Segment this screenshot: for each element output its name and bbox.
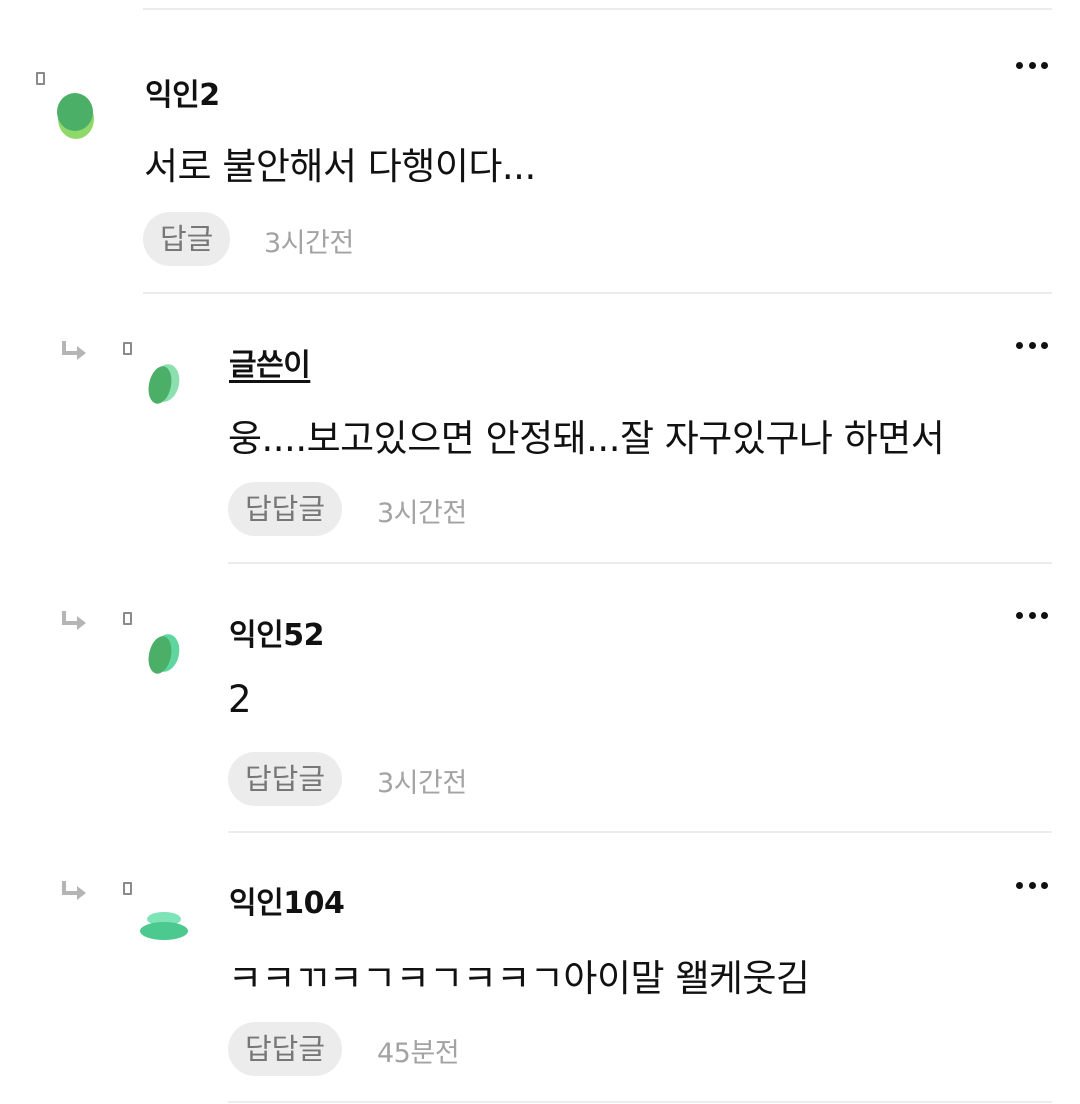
more-dot xyxy=(1028,61,1036,69)
more-dot xyxy=(1041,611,1048,619)
reply-button[interactable]: 답답글 xyxy=(228,1022,343,1076)
comment-time: 3시간전 xyxy=(377,498,467,529)
more-dot xyxy=(1041,341,1048,349)
avatar xyxy=(57,93,94,139)
comment-reply-item: 익인104 ㅋㅋㄲㅋㄱㅋㄱㅋㅋㄱ아이말 왤케웃김 답답글 45분전 xyxy=(0,834,1080,1104)
comment-divider xyxy=(228,1101,1052,1103)
comment-author[interactable]: 익인2 xyxy=(145,70,220,114)
more-dot xyxy=(1016,341,1023,349)
more-options-button[interactable] xyxy=(1016,610,1048,620)
more-dot xyxy=(1016,61,1023,69)
reply-button[interactable]: 답답글 xyxy=(228,752,343,806)
comment-text: 웅....보고있으면 안정돼...잘 자구있구나 하면서 xyxy=(228,417,945,460)
more-options-button[interactable] xyxy=(1016,340,1048,350)
user-badge-icon xyxy=(123,882,132,895)
reply-arrow-icon xyxy=(62,881,86,900)
more-dot xyxy=(1016,611,1023,619)
avatar xyxy=(148,364,180,404)
more-options-button[interactable] xyxy=(1016,60,1048,70)
comment-text: 2 xyxy=(228,678,252,721)
comment-item: 익인2 서로 불안해서 다행이다... 답글 3시간전 xyxy=(0,0,1080,294)
comment-time: 3시간전 xyxy=(377,768,467,799)
user-badge-icon xyxy=(123,612,132,625)
comment-reply-item: 익인52 2 답답글 3시간전 xyxy=(0,564,1080,834)
avatar xyxy=(148,634,180,674)
reply-arrow-icon xyxy=(62,611,86,630)
more-dot xyxy=(1041,881,1048,889)
reply-button[interactable]: 답글 xyxy=(143,212,231,266)
reply-button[interactable]: 답답글 xyxy=(228,482,343,536)
more-dot xyxy=(1041,61,1048,69)
comment-reply-item: 글쓴이 웅....보고있으면 안정돼...잘 자구있구나 하면서 답답글 3시간… xyxy=(0,294,1080,564)
comment-time: 45분전 xyxy=(377,1038,460,1069)
comment-author[interactable]: 글쓴이 xyxy=(229,340,311,384)
more-dot xyxy=(1028,611,1036,619)
more-dot xyxy=(1016,881,1023,889)
more-dot xyxy=(1028,881,1036,889)
comment-time: 3시간전 xyxy=(264,228,354,259)
reply-arrow-icon xyxy=(62,341,86,360)
more-dot xyxy=(1028,341,1036,349)
comment-text: 서로 불안해서 다행이다... xyxy=(144,145,536,188)
comment-divider xyxy=(228,831,1052,833)
user-badge-icon xyxy=(123,342,132,355)
user-badge-icon xyxy=(36,72,45,85)
avatar xyxy=(140,912,188,940)
comment-author[interactable]: 익인104 xyxy=(229,878,345,922)
comment-author[interactable]: 익인52 xyxy=(229,610,324,654)
comment-text: ㅋㅋㄲㅋㄱㅋㄱㅋㅋㄱ아이말 왤케웃김 xyxy=(228,957,810,1000)
more-options-button[interactable] xyxy=(1016,880,1048,890)
